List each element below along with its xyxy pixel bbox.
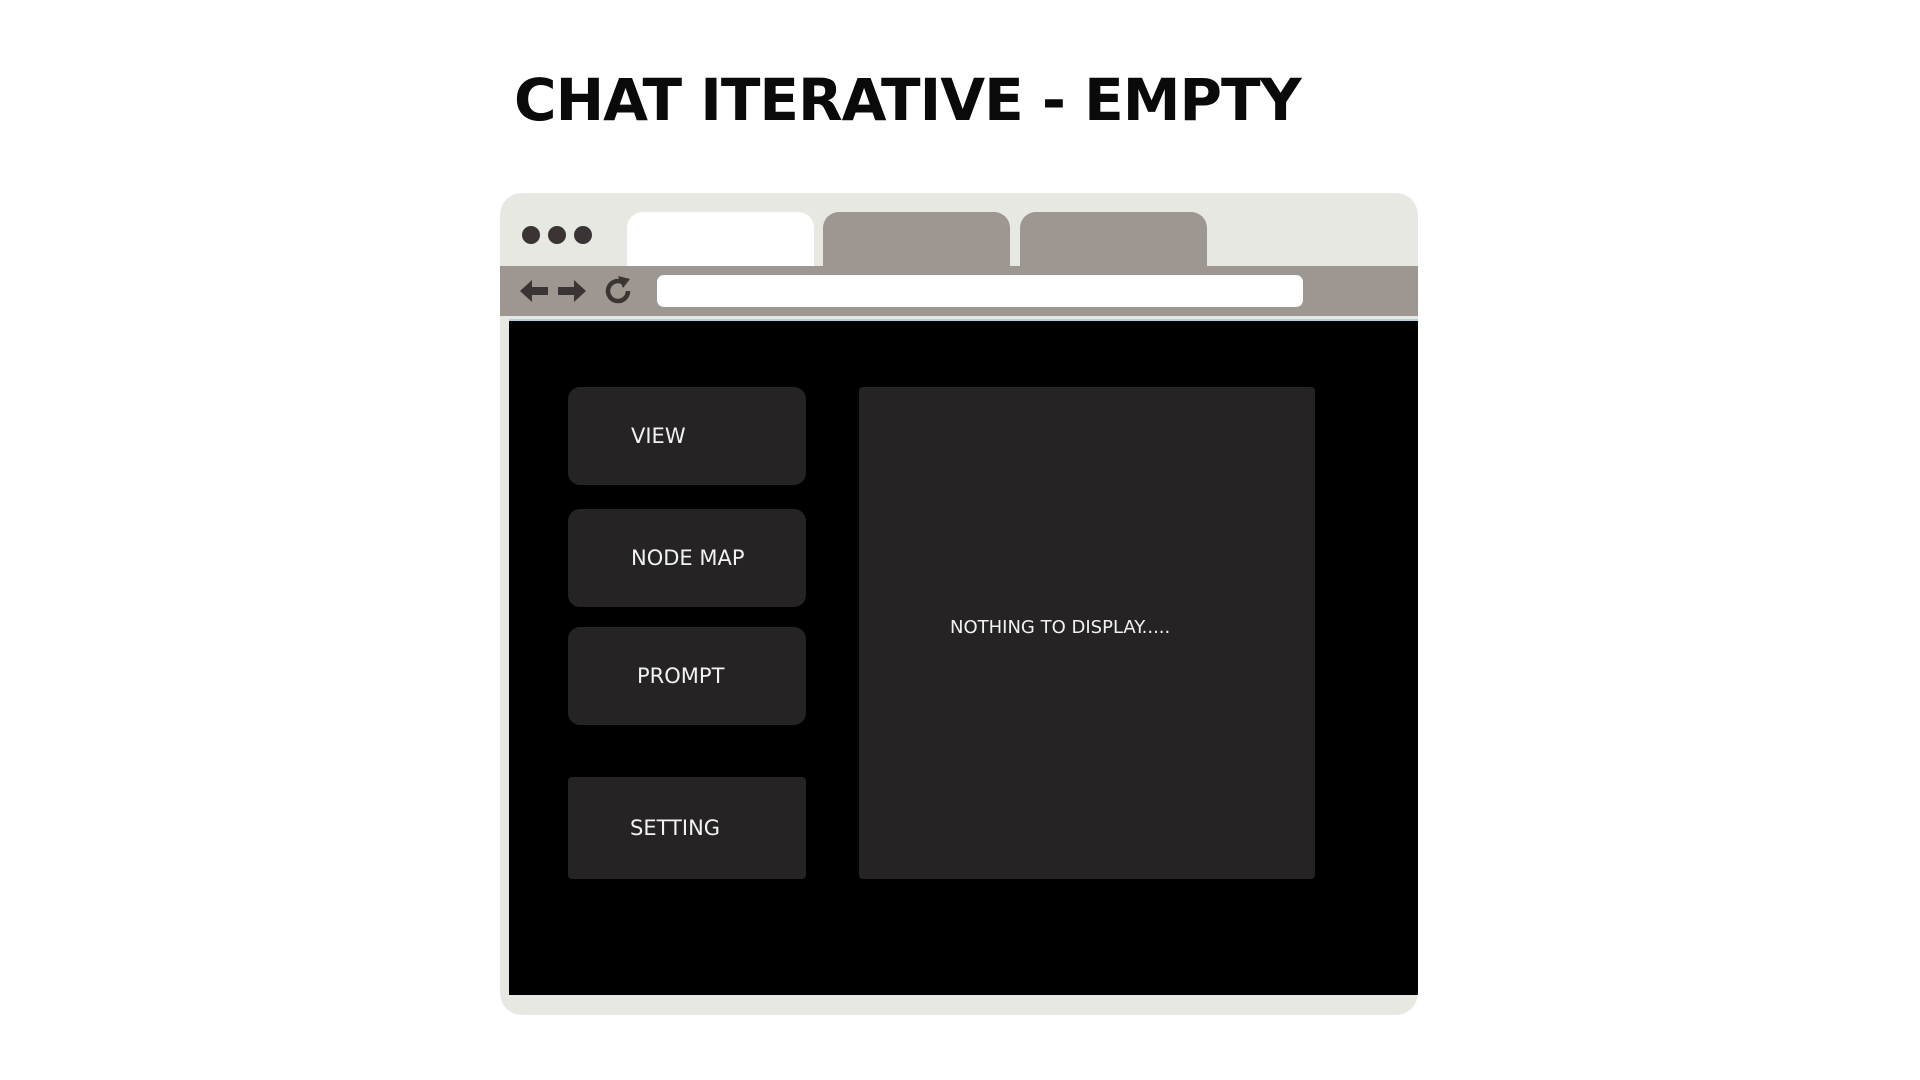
address-bar[interactable] — [657, 275, 1303, 307]
view-button-label: VIEW — [631, 424, 686, 448]
display-panel: NOTHING TO DISPLAY..... — [859, 387, 1315, 879]
page-title: CHAT ITERATIVE - EMPTY — [514, 66, 1302, 134]
setting-button[interactable]: SETTING — [568, 777, 806, 879]
browser-window: VIEW NODE MAP PROMPT SETTING NOTHING TO … — [500, 193, 1418, 1015]
maximize-dot-icon[interactable] — [574, 226, 592, 244]
browser-toolbar — [500, 266, 1418, 316]
tab-active[interactable] — [627, 212, 814, 270]
node-map-button-label: NODE MAP — [631, 546, 745, 570]
prompt-button-label: PROMPT — [637, 664, 725, 688]
minimize-dot-icon[interactable] — [548, 226, 566, 244]
arrow-right-icon[interactable] — [556, 272, 586, 310]
setting-button-label: SETTING — [630, 816, 721, 840]
window-controls — [522, 226, 592, 244]
close-dot-icon[interactable] — [522, 226, 540, 244]
tab-third[interactable] — [1020, 212, 1207, 270]
arrow-left-icon[interactable] — [520, 272, 550, 310]
empty-state-message: NOTHING TO DISPLAY..... — [950, 617, 1171, 638]
view-button[interactable]: VIEW — [568, 387, 806, 485]
prompt-button[interactable]: PROMPT — [568, 627, 806, 725]
node-map-button[interactable]: NODE MAP — [568, 509, 806, 607]
reload-icon[interactable] — [601, 272, 635, 310]
app-viewport: VIEW NODE MAP PROMPT SETTING NOTHING TO … — [509, 319, 1418, 995]
tab-second[interactable] — [823, 212, 1010, 270]
